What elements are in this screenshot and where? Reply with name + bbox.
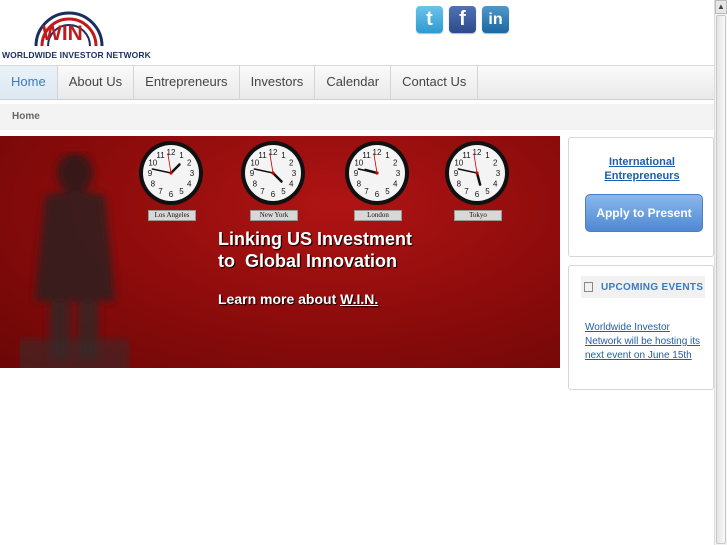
document-icon <box>584 282 593 292</box>
event-link[interactable]: Worldwide Investor Network will be hosti… <box>585 321 709 363</box>
svg-text:6: 6 <box>169 190 174 199</box>
svg-text:11: 11 <box>462 151 471 160</box>
svg-text:3: 3 <box>496 169 501 178</box>
svg-text:5: 5 <box>281 187 286 196</box>
svg-text:7: 7 <box>464 187 469 196</box>
linkedin-icon[interactable]: in <box>482 6 509 33</box>
svg-text:3: 3 <box>396 169 401 178</box>
svg-text:1: 1 <box>385 151 390 160</box>
svg-text:4: 4 <box>493 180 498 189</box>
svg-text:3: 3 <box>292 169 297 178</box>
intl-line-1[interactable]: International <box>569 155 715 169</box>
clock-icon: 1234567891011 12 <box>445 141 509 205</box>
svg-text:11: 11 <box>156 151 165 160</box>
banner-tagline: Linking US Investment to Global Innovati… <box>218 228 412 272</box>
logo-name: WORLDWIDE INVESTOR NETWORK <box>2 50 151 60</box>
learn-more: Learn more about W.I.N. <box>218 291 378 307</box>
svg-text:9: 9 <box>354 169 359 178</box>
svg-text:8: 8 <box>357 180 362 189</box>
svg-text:2: 2 <box>289 159 294 168</box>
svg-text:5: 5 <box>485 187 490 196</box>
scroll-thumb[interactable] <box>716 15 726 544</box>
clock-icon: 1234567891011 12 <box>241 141 305 205</box>
hero-banner: 1 2 3 4 5 6 7 8 9 10 11 12 Los Angeles 1 2 3 4 5 6 7 8 9 10 11 1… <box>0 136 560 368</box>
svg-text:7: 7 <box>364 187 369 196</box>
tagline-line-2: to Global Innovation <box>218 251 397 271</box>
svg-text:9: 9 <box>454 169 459 178</box>
svg-text:5: 5 <box>179 187 184 196</box>
scroll-up-arrow-icon[interactable]: ▲ <box>715 0 727 14</box>
svg-text:10: 10 <box>354 159 363 168</box>
svg-text:10: 10 <box>454 159 463 168</box>
svg-text:11: 11 <box>258 151 267 160</box>
svg-text:5: 5 <box>385 187 390 196</box>
events-title: UPCOMING EVENTS <box>601 282 704 293</box>
tagline-line-1: Linking US Investment <box>218 229 413 249</box>
nav-investors[interactable]: Investors <box>240 66 316 99</box>
clock-city-label: New York <box>250 210 298 221</box>
svg-text:10: 10 <box>250 159 259 168</box>
nav-calendar[interactable]: Calendar <box>315 66 392 99</box>
nav-home[interactable]: Home <box>0 66 58 99</box>
sidebar-intl-box: International Entrepreneurs Apply to Pre… <box>568 137 714 257</box>
social-links: t f in <box>416 6 509 33</box>
svg-text:6: 6 <box>475 190 480 199</box>
breadcrumb: Home <box>0 104 714 130</box>
svg-text:8: 8 <box>253 180 258 189</box>
facebook-icon[interactable]: f <box>449 6 476 33</box>
svg-text:6: 6 <box>375 190 380 199</box>
vertical-scrollbar[interactable]: ▲ <box>714 0 727 545</box>
svg-text:1: 1 <box>485 151 490 160</box>
clock-icon: 1234567891011 12 <box>345 141 409 205</box>
svg-text:8: 8 <box>457 180 462 189</box>
intl-entrepreneurs-link[interactable]: International Entrepreneurs <box>569 155 715 183</box>
intl-line-2[interactable]: Entrepreneurs <box>569 169 715 183</box>
svg-text:4: 4 <box>187 180 192 189</box>
svg-text:3: 3 <box>190 169 195 178</box>
logo-mark: WIN <box>42 22 83 45</box>
nav-entrepreneurs[interactable]: Entrepreneurs <box>134 66 240 99</box>
learn-more-link[interactable]: W.I.N. <box>340 291 378 307</box>
svg-text:6: 6 <box>271 190 276 199</box>
svg-text:4: 4 <box>393 180 398 189</box>
svg-text:7: 7 <box>260 187 265 196</box>
main-nav: Home About Us Entrepreneurs Investors Ca… <box>0 65 714 100</box>
svg-text:9: 9 <box>148 169 153 178</box>
breadcrumb-home[interactable]: Home <box>12 111 40 122</box>
twitter-icon[interactable]: t <box>416 6 443 33</box>
learn-more-prefix: Learn more about <box>218 291 341 307</box>
svg-text:2: 2 <box>187 159 192 168</box>
svg-text:9: 9 <box>250 169 255 178</box>
svg-text:1: 1 <box>179 151 184 160</box>
nav-contact-us[interactable]: Contact Us <box>391 66 479 99</box>
events-header: UPCOMING EVENTS <box>581 276 705 298</box>
svg-text:2: 2 <box>393 159 398 168</box>
walking-person-image <box>20 153 130 368</box>
clock-city-label: Los Angeles <box>148 210 196 221</box>
clock-icon: 1234567891011 12 <box>139 141 203 205</box>
nav-about-us[interactable]: About Us <box>58 66 135 99</box>
svg-text:8: 8 <box>151 180 156 189</box>
svg-text:2: 2 <box>493 159 498 168</box>
clock-city-label: Tokyo <box>454 210 502 221</box>
svg-text:4: 4 <box>289 180 294 189</box>
apply-to-present-button[interactable]: Apply to Present <box>585 194 703 232</box>
svg-text:1: 1 <box>281 151 286 160</box>
sidebar-events-box: UPCOMING EVENTS Worldwide Investor Netwo… <box>568 265 714 390</box>
svg-text:7: 7 <box>158 187 163 196</box>
svg-text:10: 10 <box>148 159 157 168</box>
clock-city-label: London <box>354 210 402 221</box>
site-logo[interactable]: WIN WORLDWIDE INVESTOR NETWORK <box>2 0 151 62</box>
svg-text:11: 11 <box>362 151 371 160</box>
